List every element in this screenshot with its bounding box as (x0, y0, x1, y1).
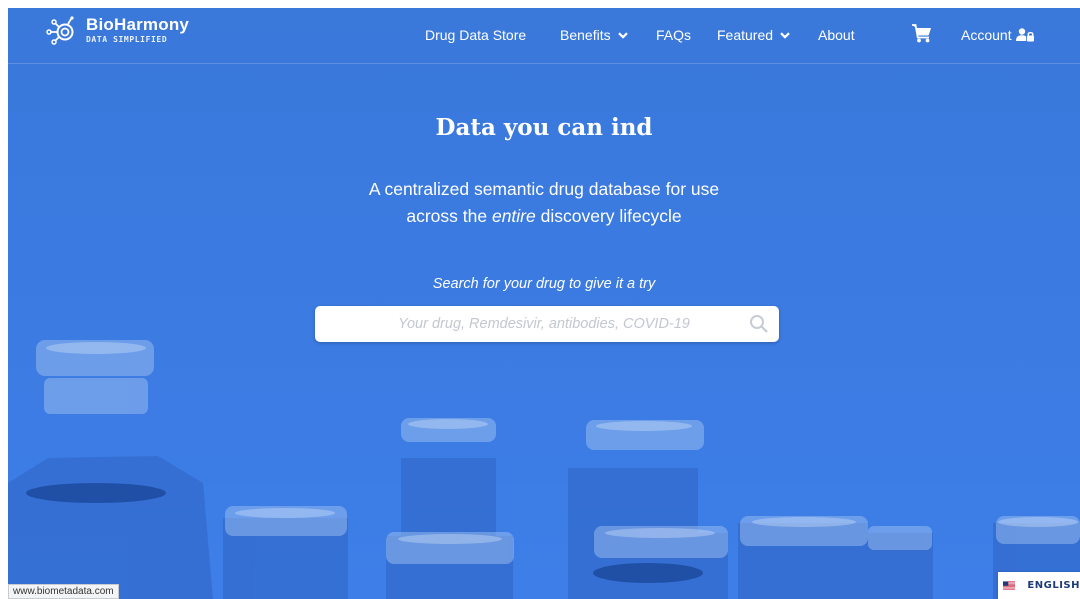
nav-featured[interactable]: Featured (717, 27, 790, 43)
chevron-down-icon (780, 31, 790, 39)
nav-drug-data-store-label: Drug Data Store (425, 27, 527, 43)
chevron-down-icon (617, 31, 628, 39)
page-frame: BioHarmony DATA SIMPLIFIED Drug Data Sto… (8, 8, 1080, 599)
hero-subtitle-line2-pre: across the (406, 206, 492, 226)
nav-drug-data-store[interactable]: Drug Data Store (425, 27, 526, 43)
hero-subtitle-line2-em: entire (491, 206, 536, 226)
nav-account[interactable]: Account (961, 27, 1034, 43)
search-label: Search for your drug to give it a try (432, 276, 656, 292)
nav-benefits-label: Benefits (560, 27, 611, 43)
hero-subtitle-line2-post: discovery lifecycle (535, 206, 682, 226)
nav-about[interactable]: About (818, 27, 855, 43)
search-icon[interactable] (749, 314, 769, 334)
hero-subtitle: A centralized semantic drug database for… (8, 176, 1080, 230)
drug-search-input[interactable] (315, 306, 735, 342)
nav-faqs[interactable]: FAQs (656, 27, 691, 43)
language-selector[interactable]: ENGLISH (998, 572, 1080, 599)
site-header: BioHarmony DATA SIMPLIFIED Drug Data Sto… (8, 8, 1080, 64)
language-label: ENGLISH (1027, 580, 1080, 591)
brand-name: BioHarmony (86, 15, 190, 34)
hero-title: Data you can ind (435, 114, 653, 141)
nav-featured-label: Featured (717, 27, 774, 43)
status-bar-url: www.biometadata.com (8, 584, 119, 599)
nav-account-label: Account (961, 27, 1012, 43)
brand-logo[interactable]: BioHarmony DATA SIMPLIFIED (46, 14, 189, 48)
us-flag-icon (1003, 581, 1016, 590)
drug-search-box (315, 306, 779, 342)
account-user-lock-icon (1015, 28, 1034, 42)
vials-background-image (8, 340, 1080, 599)
bioharmony-logo-icon (46, 16, 74, 45)
nav-about-label: About (818, 27, 855, 43)
brand-tagline: DATA SIMPLIFIED (86, 35, 168, 44)
nav-benefits[interactable]: Benefits (560, 27, 628, 43)
hero-subtitle-line1: A centralized semantic drug database for… (368, 179, 720, 199)
cart-icon[interactable] (912, 23, 932, 43)
hero-subtitle-line2: across the entire discovery lifecycle (8, 203, 1080, 230)
nav-faqs-label: FAQs (656, 27, 692, 43)
